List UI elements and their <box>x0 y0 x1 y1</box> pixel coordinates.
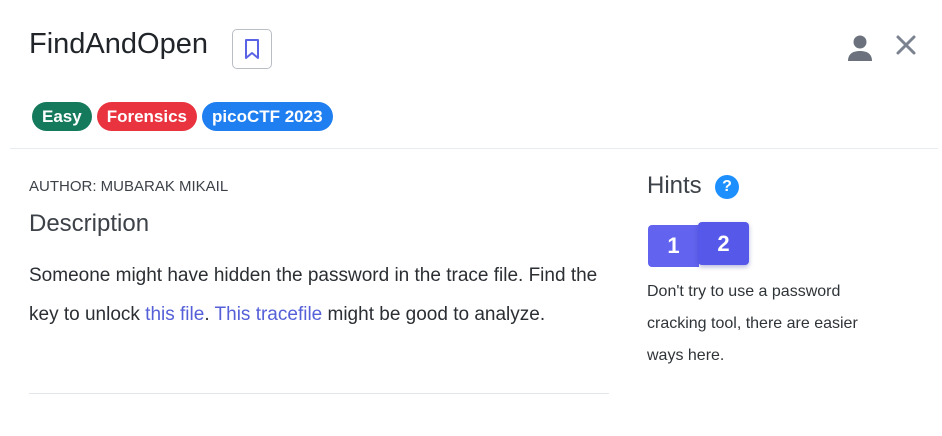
bookmark-icon <box>245 39 259 59</box>
tag-event[interactable]: picoCTF 2023 <box>202 102 333 131</box>
tag-list: Easy Forensics picoCTF 2023 <box>32 102 333 131</box>
close-icon[interactable] <box>894 33 918 57</box>
hint-button-1[interactable]: 1 <box>648 225 699 267</box>
bookmark-button[interactable] <box>232 29 272 69</box>
help-icon[interactable]: ? <box>715 175 739 199</box>
tag-difficulty[interactable]: Easy <box>32 102 92 131</box>
user-icon[interactable] <box>846 33 874 63</box>
hint-button-2[interactable]: 2 <box>698 222 749 265</box>
description-text-part: might be good to analyze. <box>322 303 546 325</box>
header-divider <box>10 148 938 149</box>
description-text: Someone might have hidden the password i… <box>29 257 619 334</box>
hint-content: Don't try to use a password cracking too… <box>647 283 858 364</box>
tag-category[interactable]: Forensics <box>96 102 198 131</box>
hints-heading: Hints <box>647 172 702 199</box>
tracefile-link[interactable]: This tracefile <box>215 304 323 325</box>
description-text-part: . <box>204 303 215 325</box>
this-file-link[interactable]: this file <box>145 304 204 325</box>
challenge-title: FindAndOpen <box>29 28 208 60</box>
description-divider <box>29 393 609 394</box>
author-label: AUTHOR: MUBARAK MIKAIL <box>29 178 229 195</box>
description-heading: Description <box>29 210 150 237</box>
